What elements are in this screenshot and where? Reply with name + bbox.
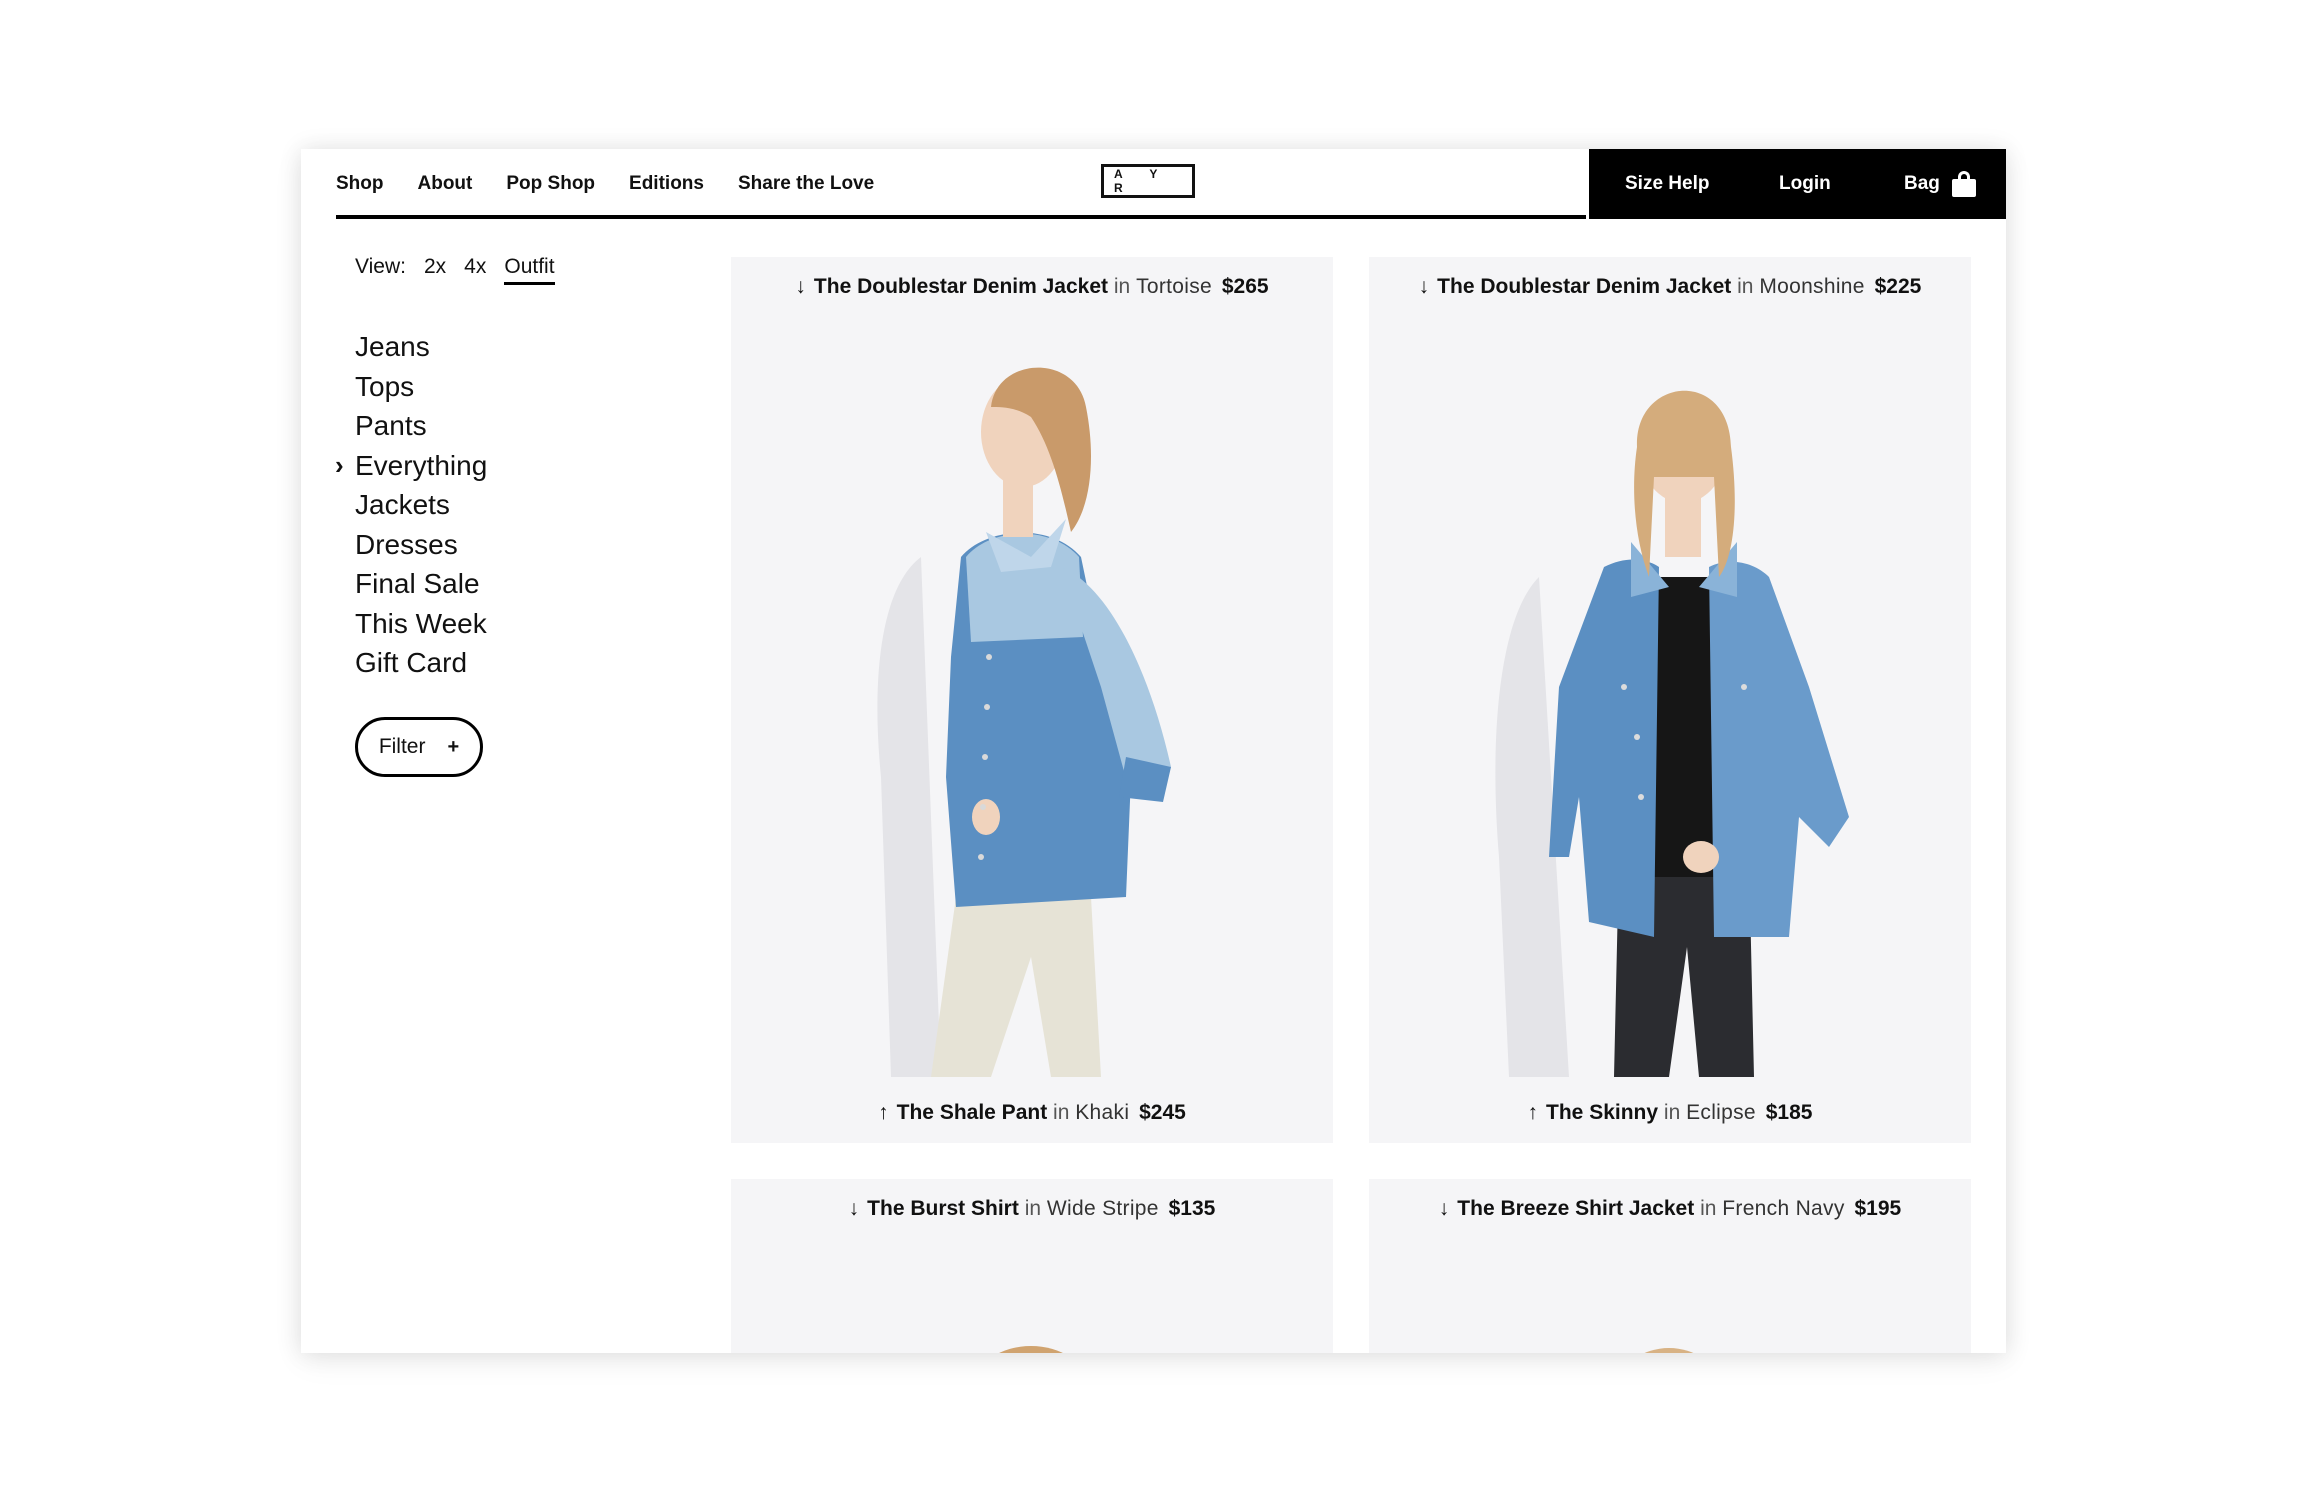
outfit-card[interactable]: ↓ The Doublestar Denim Jacket in Moonshin… <box>1369 257 1971 1143</box>
category-everything[interactable]: › Everything <box>335 446 488 486</box>
view-label: View: <box>355 255 406 278</box>
category-tops[interactable]: Tops <box>355 367 487 407</box>
model-photo[interactable] <box>731 1179 1333 1353</box>
outfit-card[interactable]: ↓ The Breeze Shirt Jacket in French Navy … <box>1369 1179 1971 1353</box>
outfit-card[interactable]: ↓ The Doublestar Denim Jacket in Tortoise… <box>731 257 1333 1143</box>
size-help-link[interactable]: Size Help <box>1625 173 1709 195</box>
model-photo[interactable] <box>731 257 1333 1143</box>
product-name: The Shale Pant <box>896 1101 1048 1124</box>
filter-button[interactable]: Filter + <box>355 717 483 777</box>
plus-icon: + <box>447 735 460 758</box>
product-in: in <box>1053 1101 1070 1124</box>
model-photo[interactable] <box>1369 257 1971 1143</box>
nav-link-editions[interactable]: Editions <box>629 173 704 195</box>
category-pants[interactable]: Pants <box>355 406 487 446</box>
category-final-sale[interactable]: Final Sale <box>355 564 487 604</box>
category-label: Pants <box>355 410 427 441</box>
nav-link-shop[interactable]: Shop <box>336 173 384 195</box>
bag-link[interactable]: Bag <box>1904 171 1976 197</box>
arrow-up-icon: ↑ <box>1527 1101 1539 1124</box>
product-in: in <box>1663 1101 1681 1124</box>
chevron-right-icon: › <box>335 449 344 480</box>
bag-label: Bag <box>1904 173 1940 194</box>
product-color: Khaki <box>1075 1101 1130 1124</box>
category-gift-card[interactable]: Gift Card <box>355 643 487 683</box>
product-price: $185 <box>1765 1101 1813 1124</box>
category-label: Jeans <box>355 331 430 362</box>
product-price: $245 <box>1139 1101 1186 1124</box>
view-option-4x[interactable]: 4x <box>464 255 486 279</box>
view-option-2x[interactable]: 2x <box>424 255 446 279</box>
category-label: Everything <box>355 449 488 481</box>
login-link[interactable]: Login <box>1779 173 1831 195</box>
product-name: The Skinny <box>1546 1101 1659 1124</box>
primary-nav: Shop About Pop Shop Editions Share the L… <box>336 149 874 219</box>
category-label: Final Sale <box>355 568 480 599</box>
nav-link-pop-shop[interactable]: Pop Shop <box>506 173 595 195</box>
product-line-bottom[interactable]: ↑ The Skinny in Eclipse $185 <box>1369 1101 1971 1125</box>
model-photo[interactable] <box>1369 1179 1971 1353</box>
view-switcher: View: 2x 4x Outfit <box>355 255 555 285</box>
product-color: Eclipse <box>1686 1101 1756 1124</box>
category-label: Gift Card <box>355 647 468 678</box>
view-option-outfit[interactable]: Outfit <box>504 255 555 285</box>
nav-link-share-the-love[interactable]: Share the Love <box>738 173 874 195</box>
category-label: Tops <box>355 370 415 402</box>
ayr-logo[interactable]: A Y R <box>1101 164 1195 198</box>
top-nav: Shop About Pop Shop Editions Share the L… <box>301 149 2006 219</box>
nav-divider <box>336 215 1586 219</box>
category-dresses[interactable]: Dresses <box>355 525 487 565</box>
filter-label: Filter <box>378 735 426 758</box>
category-jackets[interactable]: Jackets <box>355 485 487 525</box>
category-jeans[interactable]: Jeans <box>355 327 487 367</box>
nav-link-about[interactable]: About <box>418 173 473 195</box>
browser-frame: Shop About Pop Shop Editions Share the L… <box>301 149 2006 1353</box>
shopping-bag-icon <box>1951 171 1976 197</box>
account-nav: Size Help Login Bag <box>1589 149 2006 219</box>
category-label: Dresses <box>355 528 458 560</box>
category-list: Jeans Tops Pants › Everything Jackets Dre… <box>335 327 488 683</box>
arrow-up-icon: ↑ <box>878 1101 889 1124</box>
outfit-card[interactable]: ↓ The Burst Shirt in Wide Stripe $135 <box>731 1179 1333 1353</box>
product-line-bottom[interactable]: ↑ The Shale Pant in Khaki $245 <box>731 1101 1333 1125</box>
category-this-week[interactable]: This Week <box>355 604 487 644</box>
category-label: Jackets <box>355 489 450 520</box>
category-label: This Week <box>355 607 487 639</box>
